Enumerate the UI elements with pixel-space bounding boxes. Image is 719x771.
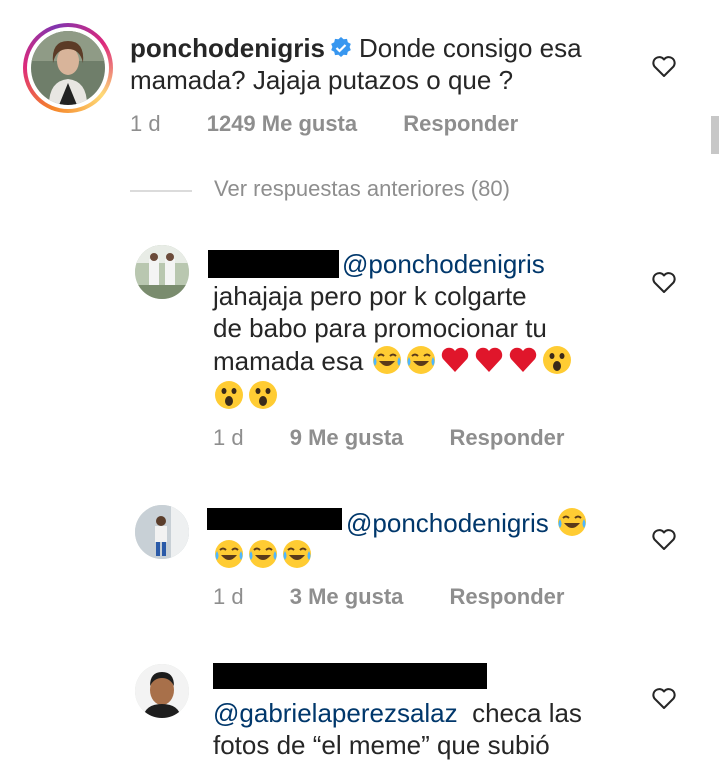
reply-button[interactable]: Responder [450,425,565,450]
mention[interactable]: @ponchodenigris [342,248,545,280]
comment-username[interactable]: ponchodenigris [130,33,325,63]
heart-emoji-icon [473,344,505,376]
heart-emoji-icon [507,344,539,376]
like-heart-icon[interactable] [651,686,677,710]
comment-2-body: jahajaja pero por k colgarte de babo par… [213,280,643,412]
joy-emoji-icon [281,538,313,570]
comment-time: 1 d [213,584,244,609]
comment-text-line: fotos de “el meme” que subió [213,730,550,760]
likes-count[interactable]: 1249 Me gusta [207,111,357,136]
comment-time: 1 d [130,111,161,136]
comment-3-emoji-line [213,538,315,570]
like-heart-icon[interactable] [651,270,677,294]
comment-4-body: @gabrielaperezsalaz checa las fotos de “… [213,697,643,761]
divider [130,190,192,192]
avatar[interactable] [135,245,189,299]
comment-text-line: jahajaja pero por k colgarte [213,281,527,311]
comment-1-body: ponchodenigris Donde consigo esa mamada? … [130,32,690,96]
joy-emoji-icon [371,344,403,376]
astonished-emoji-icon [541,344,573,376]
like-heart-icon[interactable] [651,54,677,78]
comment-2-meta: 1 d 9 Me gusta Responder [213,425,564,451]
joy-emoji-icon [213,538,245,570]
avatar[interactable] [135,505,189,559]
avatar [31,31,105,105]
redacted-username [208,250,339,278]
joy-emoji-icon [405,344,437,376]
like-heart-icon[interactable] [651,527,677,551]
comment-3-first-line: @ponchodenigris [346,506,590,539]
likes-count[interactable]: 3 Me gusta [290,584,404,609]
astonished-emoji-icon [247,379,279,411]
comment-time: 1 d [213,425,244,450]
avatar-story-ring[interactable] [23,23,113,113]
reply-button[interactable]: Responder [450,584,565,609]
reply-button[interactable]: Responder [403,111,518,136]
redacted-username [207,508,342,530]
likes-count[interactable]: 9 Me gusta [290,425,404,450]
joy-emoji-icon [556,506,588,538]
heart-emoji-icon [439,344,471,376]
joy-emoji-icon [247,538,279,570]
verified-badge-icon [331,37,351,57]
astonished-emoji-icon [213,379,245,411]
view-previous-replies[interactable]: Ver respuestas anteriores (80) [214,176,510,202]
comment-text-line: mamada esa [213,346,364,376]
comment-text-line: checa las [472,698,582,728]
comment-1-meta: 1 d 1249 Me gusta Responder [130,111,518,137]
redacted-username [213,663,487,689]
comment-3-meta: 1 d 3 Me gusta Responder [213,584,564,610]
avatar[interactable] [135,664,189,718]
comment-text-line: de babo para promocionar tu [213,313,547,343]
mention[interactable]: @ponchodenigris [346,508,549,538]
mention[interactable]: @gabrielaperezsalaz [213,698,458,728]
scrollbar[interactable] [711,116,719,154]
